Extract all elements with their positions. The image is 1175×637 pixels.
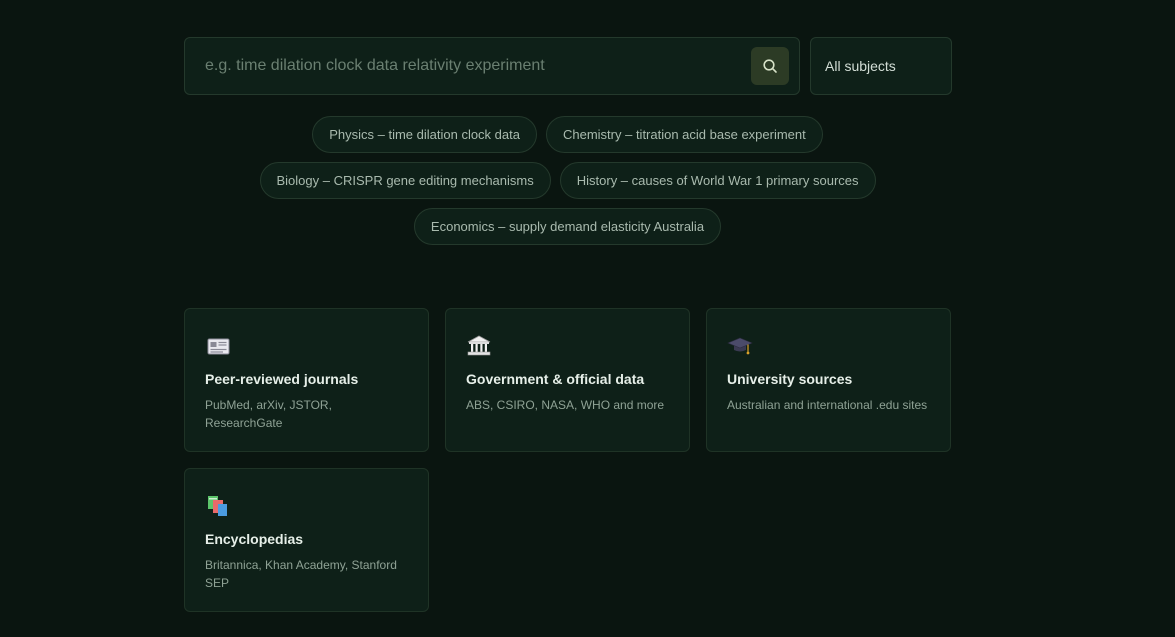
source-card-encyclopedias[interactable]: Encyclopedias Britannica, Khan Academy, …	[184, 468, 429, 612]
subject-select-value: All subjects	[825, 58, 896, 74]
source-card-journals[interactable]: Peer-reviewed journals PubMed, arXiv, JS…	[184, 308, 429, 452]
newspaper-icon	[207, 338, 230, 355]
government-building-icon	[467, 335, 491, 356]
search-icon	[763, 59, 777, 73]
search-row: All subjects	[184, 37, 952, 95]
subject-select[interactable]: All subjects	[810, 37, 952, 95]
search-input[interactable]	[205, 57, 751, 75]
graduation-cap-icon	[727, 337, 753, 355]
search-button[interactable]	[751, 47, 789, 85]
card-title: Encyclopedias	[205, 531, 304, 547]
card-description: PubMed, arXiv, JSTOR, ResearchGate	[205, 398, 332, 430]
suggestion-chips: Physics – time dilation clock data Chemi…	[184, 116, 951, 245]
chip-row: Physics – time dilation clock data Chemi…	[312, 116, 823, 153]
suggestion-chip-biology[interactable]: Biology – CRISPR gene editing mechanisms	[259, 162, 551, 199]
suggestion-chip-physics[interactable]: Physics – time dilation clock data	[312, 116, 537, 153]
card-title: Government & official data	[466, 371, 645, 387]
card-description: Australian and international .edu sites	[727, 398, 928, 412]
books-icon	[208, 496, 227, 516]
card-description: ABS, CSIRO, NASA, WHO and more	[466, 398, 665, 412]
source-card-university[interactable]: University sources Australian and intern…	[706, 308, 951, 452]
suggestion-chip-history[interactable]: History – causes of World War 1 primary …	[559, 162, 876, 199]
card-title: Peer-reviewed journals	[205, 371, 359, 387]
card-description: Britannica, Khan Academy, Stanford SEP	[205, 558, 397, 590]
source-cards: Peer-reviewed journals PubMed, arXiv, JS…	[184, 308, 951, 612]
suggestion-chip-chemistry[interactable]: Chemistry – titration acid base experime…	[545, 116, 823, 153]
card-title: University sources	[727, 371, 853, 387]
search-box	[184, 37, 800, 95]
chip-row: Biology – CRISPR gene editing mechanisms…	[259, 162, 876, 199]
chip-row: Economics – supply demand elasticity Aus…	[413, 208, 722, 245]
source-card-government[interactable]: Government & official data ABS, CSIRO, N…	[445, 308, 690, 452]
suggestion-chip-economics[interactable]: Economics – supply demand elasticity Aus…	[413, 208, 722, 245]
